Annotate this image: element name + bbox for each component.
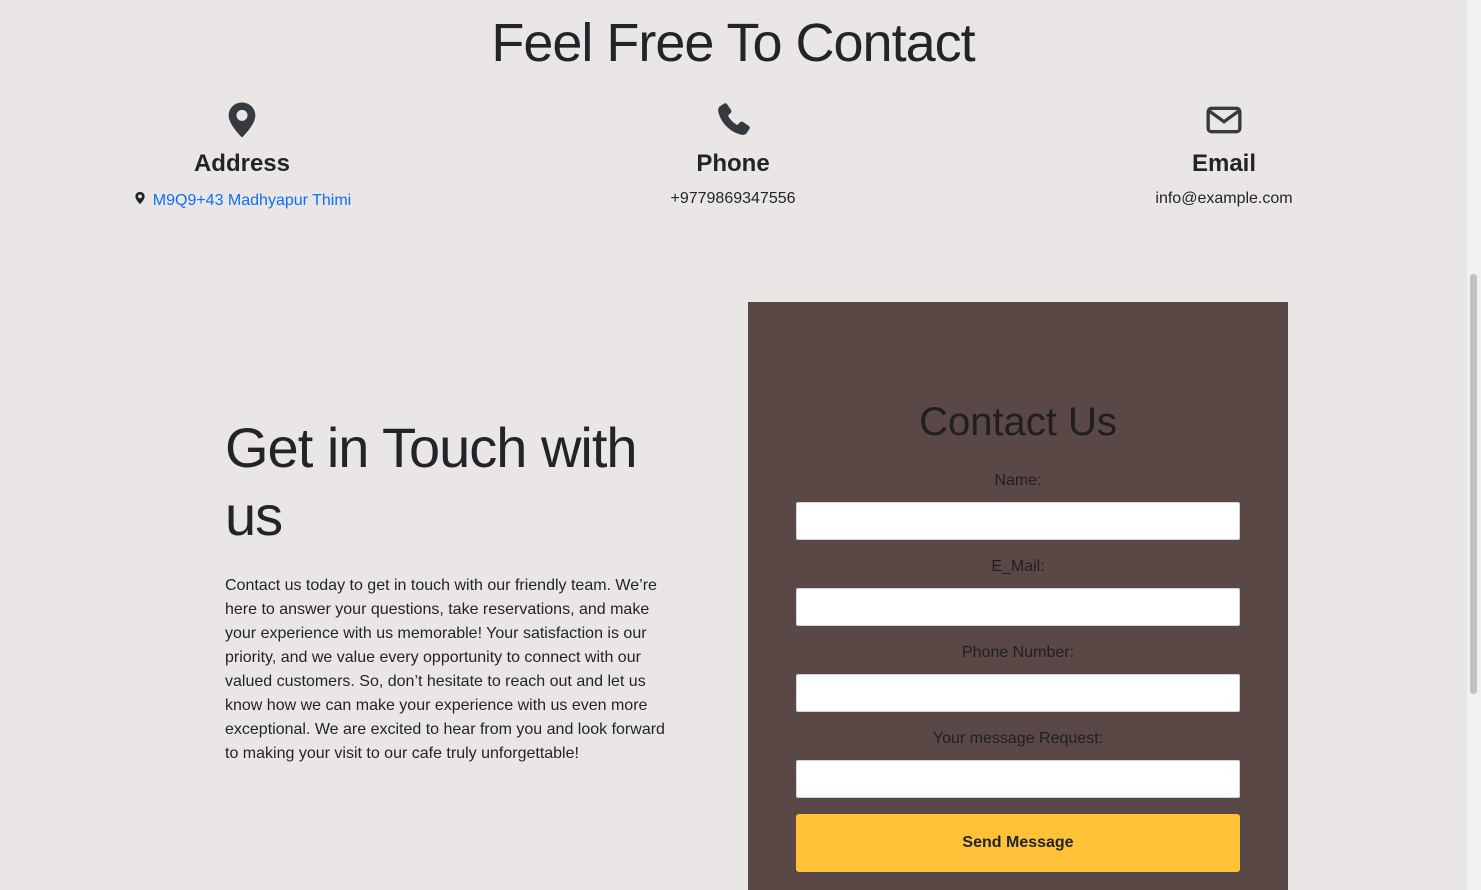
message-label: Your message Request: [932,730,1104,747]
phone-icon [583,100,883,140]
phone-card: Phone +9779869347556 [583,100,883,208]
name-label: Name: [994,472,1042,489]
email-input[interactable] [796,588,1240,626]
name-input[interactable] [796,502,1240,540]
address-heading: Address [193,150,291,177]
email-value: info@example.com [1155,190,1293,207]
email-label: E_Mail: [991,558,1045,575]
address-value: M9Q9+43 Madhyapur Thimi [92,190,392,211]
form-title: Contact Us [919,400,1117,444]
map-pin-icon [92,100,392,140]
envelope-icon [1074,100,1374,140]
phone-number-input[interactable] [796,674,1240,712]
email-card: Email info@example.com [1074,100,1374,208]
send-message-button[interactable]: Send Message [796,814,1240,872]
contact-page: Feel Free To Contact Address M9Q9+43 Mad… [0,0,1481,890]
phone-heading: Phone [696,150,770,177]
contact-form-panel: Contact Us Name: E_Mail: Phone Number: Y… [748,302,1288,890]
phone-number-label: Phone Number: [961,644,1075,661]
get-in-touch-text: Contact us today to get in touch with ou… [225,577,665,762]
page-title: Feel Free To Contact [491,13,975,73]
get-in-touch-heading: Get in Touch with us [225,416,638,547]
phone-value: +9779869347556 [670,190,796,207]
scrollbar-thumb[interactable] [1470,274,1477,694]
map-pin-small-icon [133,190,147,211]
address-link[interactable]: M9Q9+43 Madhyapur Thimi [153,192,351,210]
email-heading: Email [1191,150,1257,177]
address-card: Address M9Q9+43 Madhyapur Thimi [92,100,392,211]
message-input[interactable] [796,760,1240,798]
